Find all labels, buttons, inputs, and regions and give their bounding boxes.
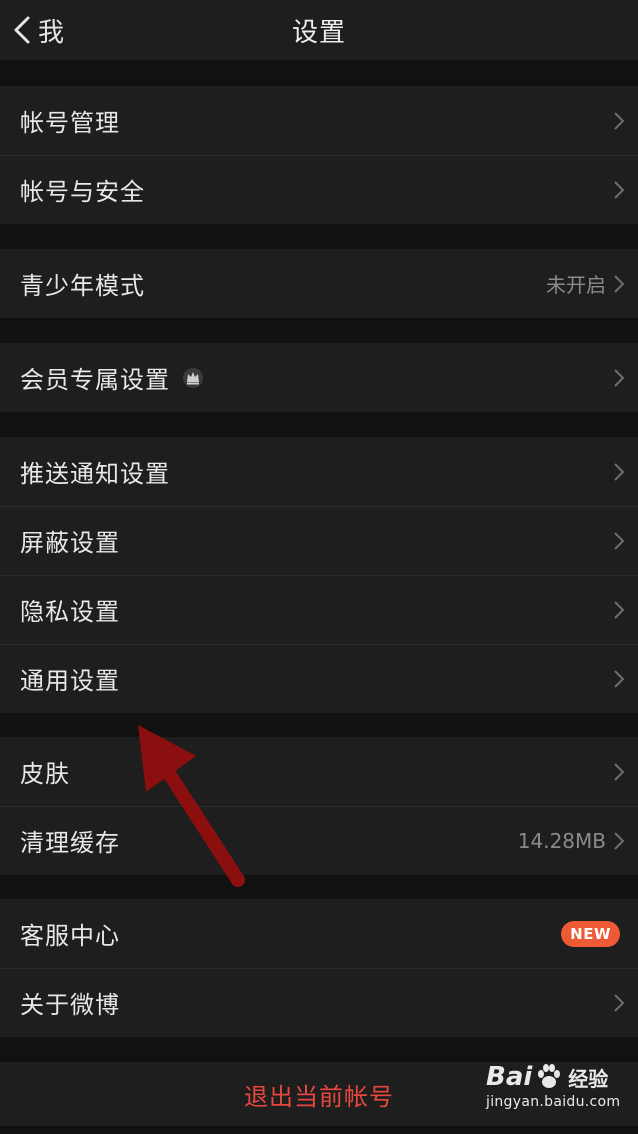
settings-item-customer-service[interactable]: 客服中心 NEW xyxy=(0,899,638,968)
chevron-right-icon xyxy=(614,531,625,550)
settings-item-privacy-settings[interactable]: 隐私设置 xyxy=(0,575,638,644)
settings-group-vip: 会员专属设置 xyxy=(0,343,638,412)
settings-group-account: 帐号管理 帐号与安全 xyxy=(0,86,638,224)
paw-icon xyxy=(538,1064,561,1088)
settings-item-label: 屏蔽设置 xyxy=(20,529,120,557)
settings-item-label: 隐私设置 xyxy=(20,598,120,626)
chevron-right-icon xyxy=(614,462,625,481)
settings-item-label: 青少年模式 xyxy=(20,272,145,300)
new-badge: NEW xyxy=(561,920,620,947)
settings-item-label: 关于微博 xyxy=(20,991,120,1019)
settings-item-youth-mode[interactable]: 青少年模式 未开启 xyxy=(0,249,638,318)
settings-item-about-weibo[interactable]: 关于微博 xyxy=(0,968,638,1037)
settings-group-preferences: 推送通知设置 屏蔽设置 隐私设置 通用设置 xyxy=(0,437,638,713)
settings-item-vip-settings[interactable]: 会员专属设置 xyxy=(0,343,638,412)
settings-item-push-notifications[interactable]: 推送通知设置 xyxy=(0,437,638,506)
logout-label: 退出当前帐号 xyxy=(244,1082,394,1111)
settings-item-label: 会员专属设置 xyxy=(20,366,170,394)
chevron-right-icon xyxy=(614,993,625,1012)
settings-group-help: 客服中心 NEW 关于微博 xyxy=(0,899,638,1037)
page-title: 设置 xyxy=(291,17,346,48)
chevron-right-icon xyxy=(614,180,625,199)
cache-size: 14.28MB xyxy=(517,828,606,853)
chevron-right-icon xyxy=(614,669,625,688)
back-button[interactable]: 我 xyxy=(10,0,64,60)
settings-item-label: 皮肤 xyxy=(20,760,70,788)
settings-item-label: 清理缓存 xyxy=(20,829,120,857)
watermark-brand-right: 经验 xyxy=(568,1066,609,1091)
settings-item-block-settings[interactable]: 屏蔽设置 xyxy=(0,506,638,575)
settings-item-skin[interactable]: 皮肤 xyxy=(0,737,638,806)
settings-group-appearance: 皮肤 清理缓存 14.28MB xyxy=(0,737,638,875)
settings-group-youth: 青少年模式 未开启 xyxy=(0,249,638,318)
crown-icon xyxy=(183,367,203,388)
settings-item-account-management[interactable]: 帐号管理 xyxy=(0,86,638,155)
baidu-jingyan-watermark: Bai 经验 jingyan.baidu.com xyxy=(486,1062,626,1124)
nav-bar: 我 设置 xyxy=(0,0,638,60)
youth-mode-status: 未开启 xyxy=(546,273,606,297)
chevron-left-icon xyxy=(14,16,30,44)
settings-item-label: 客服中心 xyxy=(20,922,120,950)
settings-item-general-settings[interactable]: 通用设置 xyxy=(0,644,638,713)
settings-item-label: 帐号与安全 xyxy=(20,178,145,206)
settings-item-label: 通用设置 xyxy=(20,667,120,695)
watermark-url: jingyan.baidu.com xyxy=(486,1094,621,1110)
chevron-right-icon xyxy=(614,368,625,387)
settings-item-label: 推送通知设置 xyxy=(20,460,170,488)
chevron-right-icon xyxy=(614,762,625,781)
chevron-right-icon xyxy=(614,600,625,619)
back-label: 我 xyxy=(38,17,65,48)
chevron-right-icon xyxy=(614,274,625,293)
settings-item-account-security[interactable]: 帐号与安全 xyxy=(0,155,638,224)
chevron-right-icon xyxy=(614,831,625,850)
chevron-right-icon xyxy=(614,111,625,130)
settings-item-label: 帐号管理 xyxy=(20,109,120,137)
watermark-brand-left: Bai xyxy=(486,1062,533,1092)
settings-item-clear-cache[interactable]: 清理缓存 14.28MB xyxy=(0,806,638,875)
